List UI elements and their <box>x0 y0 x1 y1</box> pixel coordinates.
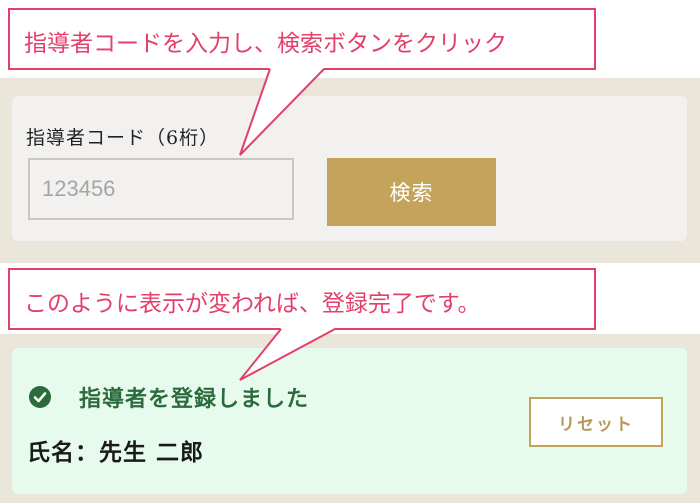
result-instruction-text: このように表示が変われば、登録完了です。 <box>24 291 481 317</box>
coach-code-label: 指導者コード（6桁） <box>26 127 220 149</box>
search-instruction-callout: 指導者コードを入力し、検索ボタンをクリック <box>8 8 596 70</box>
success-message: 指導者を登録しました <box>79 386 310 412</box>
reset-button[interactable]: リセット <box>529 397 663 447</box>
coach-name: 氏名：先生 二郎 <box>27 439 205 466</box>
result-instruction-callout: このように表示が変われば、登録完了です。 <box>8 268 596 330</box>
search-button[interactable]: 検索 <box>327 158 496 226</box>
coach-code-input[interactable] <box>28 158 294 220</box>
check-circle-icon <box>29 386 51 408</box>
search-instruction-text: 指導者コードを入力し、検索ボタンをクリック <box>24 31 507 57</box>
